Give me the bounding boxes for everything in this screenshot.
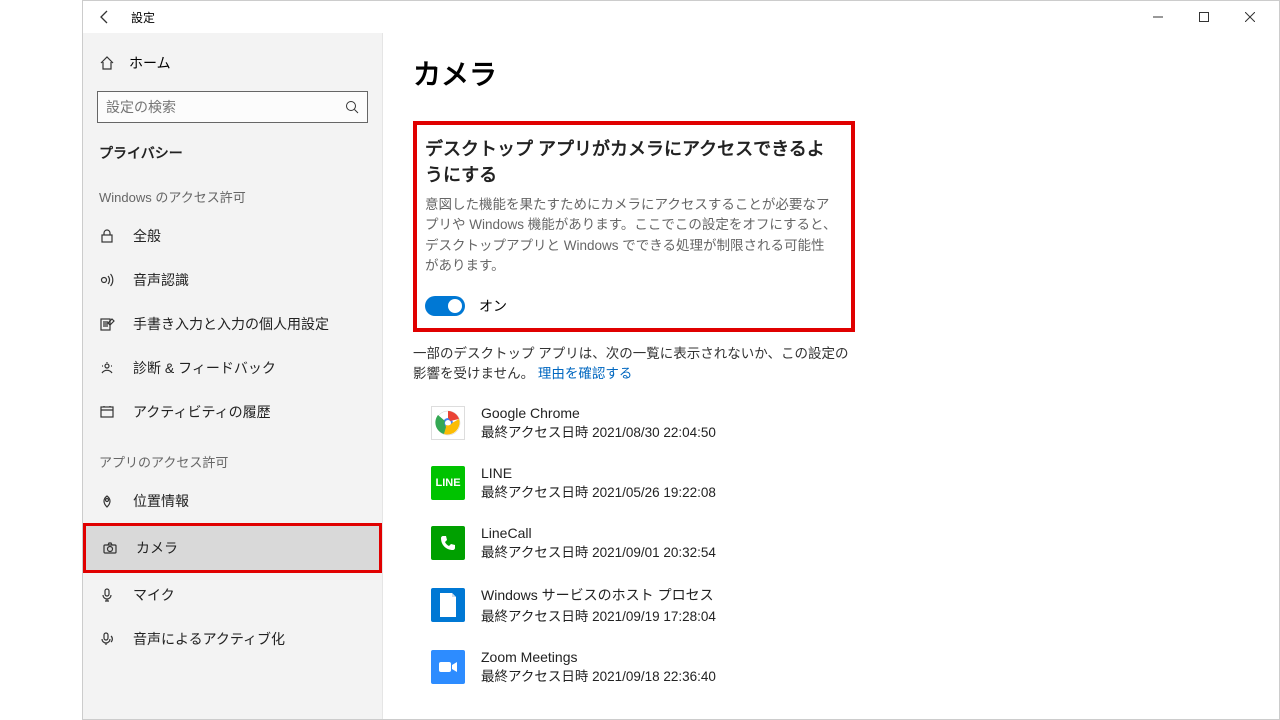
back-button[interactable] [89, 1, 121, 33]
search-input[interactable] [106, 99, 345, 115]
app-row: LineCall最終アクセス日時 2021/09/01 20:32:54 [431, 525, 1249, 561]
home-link[interactable]: ホーム [83, 43, 382, 83]
minimize-button[interactable] [1135, 1, 1181, 33]
app-info: Google Chrome最終アクセス日時 2021/08/30 22:04:5… [481, 405, 716, 441]
home-icon [99, 55, 115, 71]
category-label: プライバシー [83, 137, 382, 169]
nav-item-location[interactable]: 位置情報 [83, 479, 382, 523]
nav-label: アクティビティの履歴 [133, 402, 271, 422]
app-last-access: 最終アクセス日時 2021/09/18 22:36:40 [481, 665, 716, 685]
setting-heading: デスクトップ アプリがカメラにアクセスできるようにする [425, 135, 837, 187]
nav-label: 全般 [133, 226, 161, 246]
app-name: LineCall [481, 525, 716, 541]
nav-item-activity[interactable]: アクティビティの履歴 [83, 390, 382, 434]
content-area: ホーム プライバシー Windows のアクセス許可 全般音声認識手書き入力と入… [83, 33, 1279, 719]
nav-item-lock[interactable]: 全般 [83, 214, 382, 258]
app-last-access: 最終アクセス日時 2021/05/26 19:22:08 [481, 481, 716, 501]
app-info: Windows サービスのホスト プロセス最終アクセス日時 2021/09/19… [481, 585, 716, 625]
camera-icon [102, 540, 120, 556]
nav-label: 診断 & フィードバック [133, 358, 276, 378]
voice-icon [99, 631, 117, 647]
nav-label: 手書き入力と入力の個人用設定 [133, 314, 329, 334]
app-row: Windows サービスのホスト プロセス最終アクセス日時 2021/09/19… [431, 585, 1249, 625]
search-box[interactable] [97, 91, 368, 123]
nav-item-voice[interactable]: 音声によるアクティブ化 [83, 617, 382, 661]
app-name: Zoom Meetings [481, 649, 716, 665]
app-list: Google Chrome最終アクセス日時 2021/08/30 22:04:5… [431, 405, 1249, 685]
app-info: LINE最終アクセス日時 2021/05/26 19:22:08 [481, 465, 716, 501]
nav-item-ink[interactable]: 手書き入力と入力の個人用設定 [83, 302, 382, 346]
nav-label: カメラ [136, 538, 178, 558]
window-controls [1135, 1, 1273, 33]
diag-icon [99, 360, 117, 376]
desktop-apps-camera-setting: デスクトップ アプリがカメラにアクセスできるようにする 意図した機能を果たすため… [413, 121, 855, 332]
nav-label: 位置情報 [133, 491, 189, 511]
toggle-label: オン [479, 296, 507, 316]
nav-item-diag[interactable]: 診断 & フィードバック [83, 346, 382, 390]
lock-icon [99, 228, 117, 244]
app-name: Windows サービスのホスト プロセス [481, 585, 716, 605]
nav-item-mic[interactable]: マイク [83, 573, 382, 617]
toggle-row: オン [425, 296, 837, 316]
ink-icon [99, 316, 117, 332]
settings-window: 設定 ホーム プライバシー Windows のアクセス許可 全般音声認識手書き入… [82, 0, 1280, 720]
home-label: ホーム [129, 53, 171, 73]
app-row: Google Chrome最終アクセス日時 2021/08/30 22:04:5… [431, 405, 1249, 441]
app-name: Google Chrome [481, 405, 716, 421]
speech-icon [99, 272, 117, 288]
close-button[interactable] [1227, 1, 1273, 33]
sidebar: ホーム プライバシー Windows のアクセス許可 全般音声認識手書き入力と入… [83, 33, 383, 719]
app-last-access: 最終アクセス日時 2021/09/01 20:32:54 [481, 541, 716, 561]
nav-label: 音声によるアクティブ化 [133, 629, 285, 649]
location-icon [99, 493, 117, 509]
main-panel: カメラ デスクトップ アプリがカメラにアクセスできるようにする 意図した機能を果… [383, 33, 1279, 719]
nav-item-camera[interactable]: カメラ [83, 523, 382, 573]
app-last-access: 最終アクセス日時 2021/08/30 22:04:50 [481, 421, 716, 441]
mic-icon [99, 587, 117, 603]
app-row: Zoom Meetings最終アクセス日時 2021/09/18 22:36:4… [431, 649, 1249, 685]
nav-item-speech[interactable]: 音声認識 [83, 258, 382, 302]
window-title: 設定 [131, 9, 155, 26]
app-row: LINELINE最終アクセス日時 2021/05/26 19:22:08 [431, 465, 1249, 501]
nav-label: 音声認識 [133, 270, 189, 290]
reason-link[interactable]: 理由を確認する [538, 366, 633, 381]
page-title: カメラ [413, 53, 1249, 93]
nav-label: マイク [133, 585, 175, 605]
maximize-button[interactable] [1181, 1, 1227, 33]
app-info: Zoom Meetings最終アクセス日時 2021/09/18 22:36:4… [481, 649, 716, 685]
setting-description: 意図した機能を果たすためにカメラにアクセスすることが必要なアプリや Window… [425, 195, 837, 276]
app-last-access: 最終アクセス日時 2021/09/19 17:28:04 [481, 605, 716, 625]
search-icon [345, 100, 359, 114]
camera-access-toggle[interactable] [425, 296, 465, 316]
activity-icon [99, 404, 117, 420]
app-name: LINE [481, 465, 716, 481]
note-text: 一部のデスクトップ アプリは、次の一覧に表示されないか、この設定の影響を受けませ… [413, 344, 853, 385]
section-app-permissions: アプリのアクセス許可 [83, 434, 382, 479]
section-windows-permissions: Windows のアクセス許可 [83, 169, 382, 214]
app-info: LineCall最終アクセス日時 2021/09/01 20:32:54 [481, 525, 716, 561]
titlebar: 設定 [83, 1, 1279, 33]
